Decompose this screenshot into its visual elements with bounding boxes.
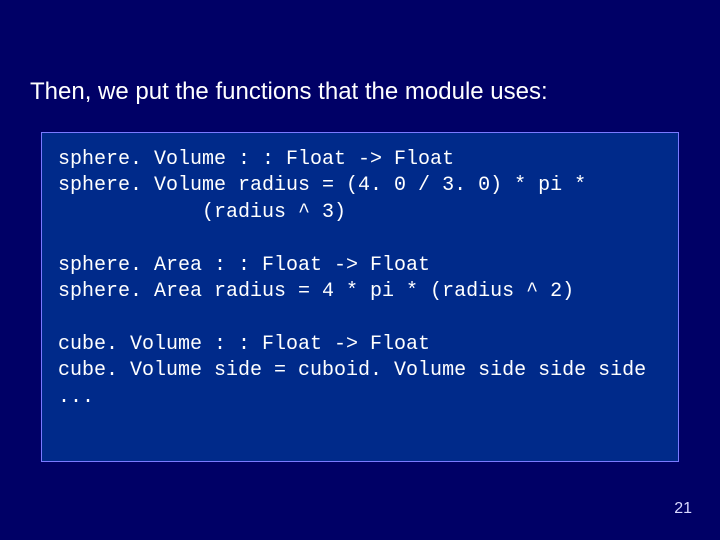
slide-title: Then, we put the functions that the modu…: [30, 78, 548, 106]
slide: Then, we put the functions that the modu…: [0, 0, 720, 540]
code-block: sphere. Volume : : Float -> Float sphere…: [41, 132, 679, 462]
page-number: 21: [674, 500, 692, 518]
